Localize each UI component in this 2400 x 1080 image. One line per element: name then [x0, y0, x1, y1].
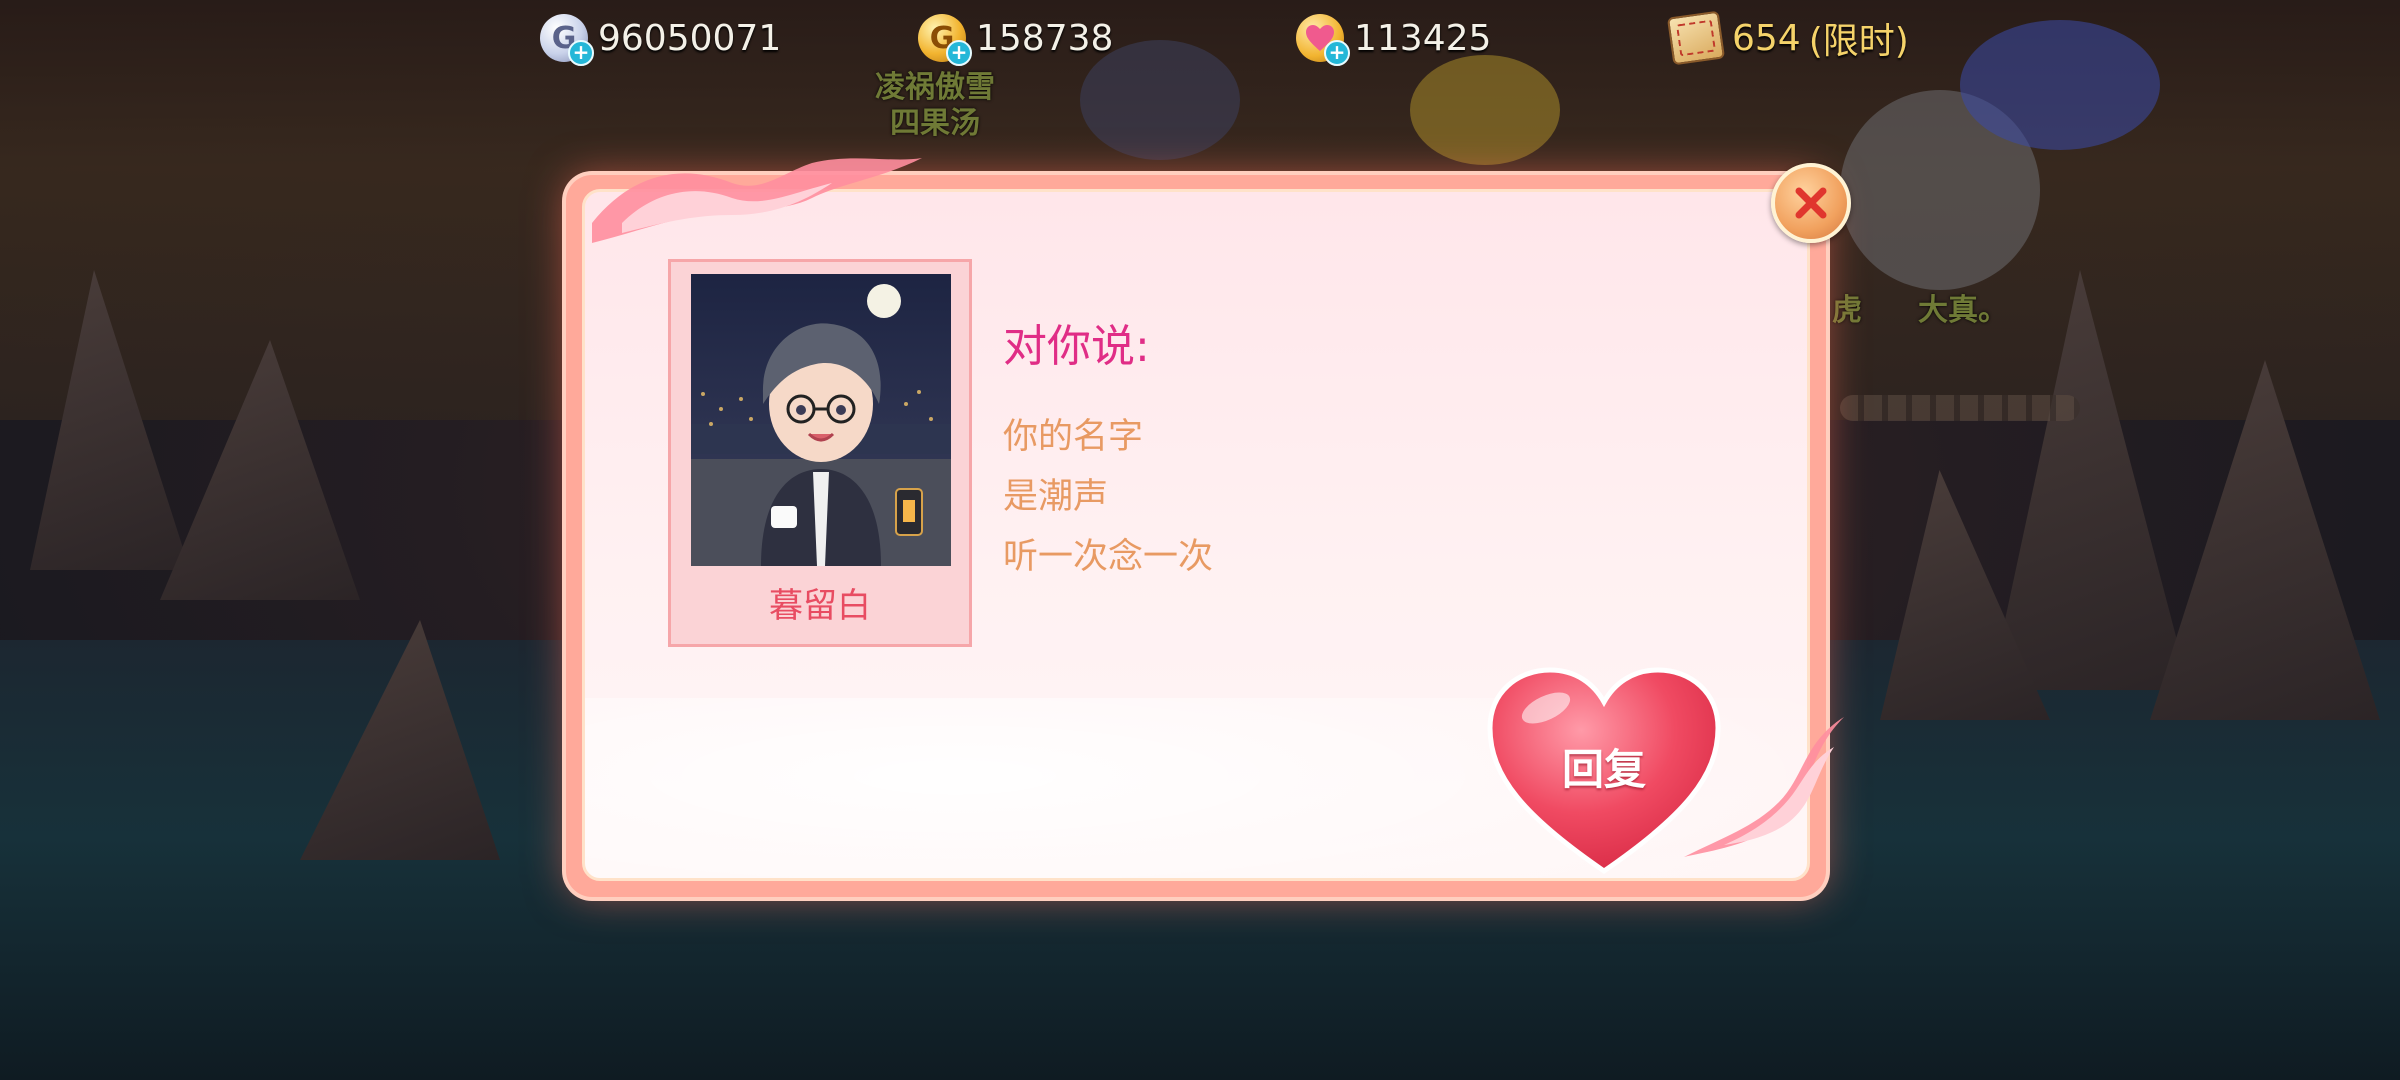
close-icon [1795, 187, 1827, 219]
sender-name: 暮留白 [769, 586, 871, 626]
player-title: 四果汤 [890, 106, 980, 141]
chain-decoration [1840, 395, 2080, 421]
silver-coin-icon[interactable]: G + [540, 14, 594, 66]
silver-amount: 96050071 [598, 17, 782, 59]
message-line: 听一次念一次 [1003, 537, 1214, 577]
ticket-limited-label: (限时) [1808, 21, 1909, 62]
close-button[interactable] [1771, 163, 1851, 243]
npc-monster [1960, 20, 2160, 150]
message-line: 是潮声 [1003, 477, 1109, 517]
gold-amount: 158738 [976, 17, 1114, 59]
gold-coin-icon[interactable]: G + [918, 14, 972, 66]
ticket-currency: 654 (限时) [1666, 10, 1909, 66]
sender-avatar [691, 274, 951, 566]
add-heart-icon[interactable]: + [1324, 40, 1350, 66]
ticket-amount: 654 [1732, 17, 1801, 59]
flame-ornament [592, 158, 922, 243]
silver-currency: G + 96050071 [540, 10, 781, 66]
gold-currency: G + 158738 [918, 10, 1113, 66]
add-silver-icon[interactable]: + [568, 40, 594, 66]
player-name: 虎 [1832, 293, 1862, 328]
npc-monster [1410, 55, 1560, 165]
resource-bar: G + 96050071 G + 158738 + 113425 654 (限时… [520, 10, 1940, 66]
ticket-inner [1675, 19, 1717, 57]
ticket-icon[interactable] [1666, 10, 1726, 66]
player-name: 大真。 [1918, 293, 2008, 328]
heart-amount: 113425 [1354, 17, 1492, 59]
avatar-portrait [691, 274, 951, 566]
sender-card[interactable]: 暮留白 [668, 259, 972, 647]
heart-coin-icon[interactable]: + [1296, 14, 1350, 66]
message-title: 对你说: [1003, 321, 1150, 372]
reply-button[interactable]: 回复 [1484, 736, 1724, 797]
message-line: 你的名字 [1003, 417, 1144, 457]
add-gold-icon[interactable]: + [946, 40, 972, 66]
heart-currency: + 113425 [1296, 10, 1491, 66]
